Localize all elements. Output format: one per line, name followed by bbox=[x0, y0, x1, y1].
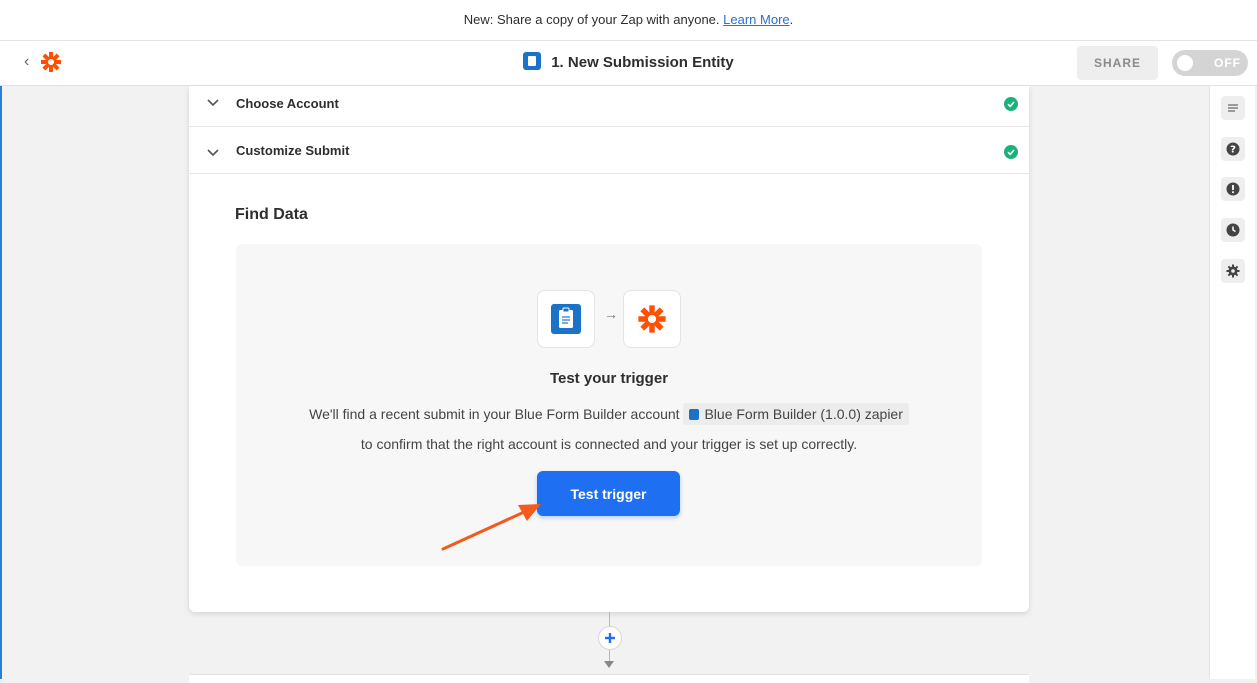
right-sidebar: ? bbox=[1209, 86, 1255, 679]
section-choose-account[interactable]: Choose Account bbox=[189, 80, 1029, 127]
section-customize-submit[interactable]: Customize Submit bbox=[189, 127, 1029, 174]
announcement-banner: New: Share a copy of your Zap with anyon… bbox=[0, 0, 1257, 41]
share-button[interactable]: SHARE bbox=[1077, 46, 1158, 80]
desc-text-1: We'll find a recent submit in your Blue … bbox=[309, 406, 680, 422]
test-trigger-heading: Test your trigger bbox=[549, 370, 669, 387]
history-icon[interactable] bbox=[1221, 218, 1245, 242]
svg-text:?: ? bbox=[1230, 145, 1236, 156]
check-circle-icon bbox=[1004, 97, 1018, 111]
test-trigger-description: We'll find a recent submit in your Blue … bbox=[236, 399, 982, 459]
banner-suffix: . bbox=[789, 12, 794, 27]
blue-form-builder-app-icon bbox=[537, 290, 595, 348]
learn-more-link[interactable]: Learn More bbox=[723, 12, 789, 27]
zap-step-title-text: 1. New Submission Entity bbox=[551, 54, 734, 71]
connector-line bbox=[609, 612, 610, 626]
zap-step-title: 1. New Submission Entity bbox=[0, 41, 1257, 85]
banner-text: New: Share a copy of your Zap with anyon… bbox=[463, 12, 720, 27]
check-circle-icon bbox=[1004, 145, 1018, 159]
zap-step-card: Choose Account Customize Submit Find Dat… bbox=[189, 86, 1029, 612]
find-data-heading: Find Data bbox=[235, 206, 308, 223]
arrow-down-icon bbox=[604, 661, 614, 668]
help-icon[interactable]: ? bbox=[1221, 137, 1245, 161]
settings-icon[interactable] bbox=[1221, 259, 1245, 283]
test-trigger-button[interactable]: Test trigger bbox=[537, 471, 680, 516]
test-trigger-panel: → Test your trigger We'll find a recent … bbox=[236, 244, 982, 566]
zapier-app-icon bbox=[623, 290, 681, 348]
outline-icon[interactable] bbox=[1221, 96, 1245, 120]
section-label: Customize Submit bbox=[236, 143, 350, 158]
account-chip-label: Blue Form Builder (1.0.0) zapier bbox=[704, 406, 903, 422]
chevron-down-icon bbox=[207, 99, 219, 107]
add-step-button[interactable] bbox=[598, 626, 622, 650]
account-chip: Blue Form Builder (1.0.0) zapier bbox=[683, 403, 909, 425]
arrow-right-icon: → bbox=[604, 306, 618, 322]
blue-form-builder-icon bbox=[689, 409, 700, 420]
zap-on-off-toggle[interactable]: OFF bbox=[1172, 50, 1248, 76]
desc-text-2: to confirm that the right account is con… bbox=[360, 436, 858, 452]
toggle-label: OFF bbox=[1214, 56, 1241, 70]
alert-icon[interactable] bbox=[1221, 177, 1245, 201]
toggle-knob bbox=[1177, 55, 1193, 71]
chevron-down-icon bbox=[207, 149, 219, 157]
section-label: Choose Account bbox=[236, 96, 339, 111]
blue-form-builder-icon bbox=[523, 52, 542, 70]
